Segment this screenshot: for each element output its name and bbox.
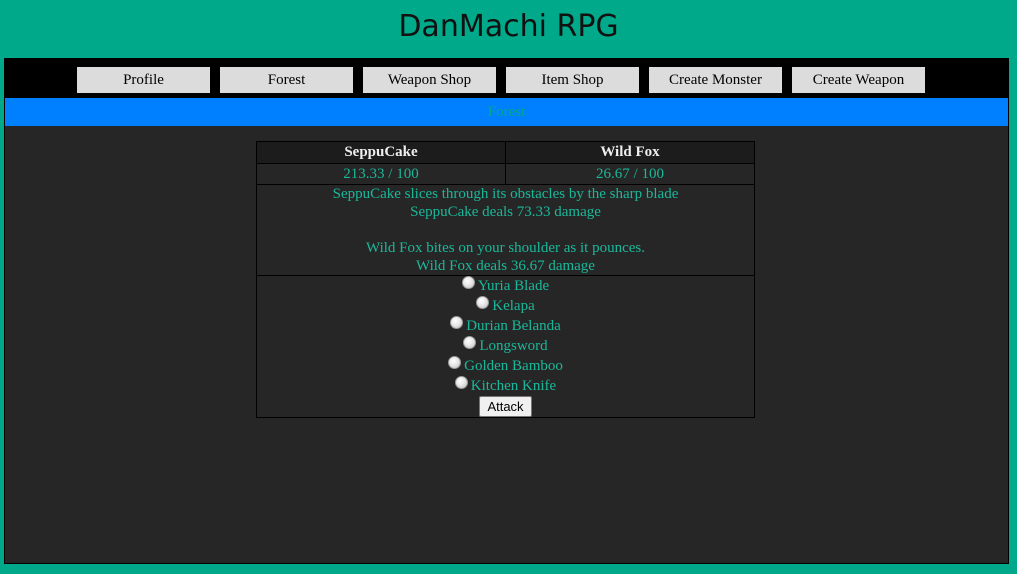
nav-forest-button[interactable]: Forest — [220, 67, 353, 93]
battle-table: SeppuCake Wild Fox 213.33 / 100 26.67 / … — [256, 141, 755, 418]
player-damage-text: SeppuCake deals 73.33 damage — [410, 204, 601, 220]
weapon-option-durian-belanda[interactable]: Durian Belanda — [257, 316, 754, 336]
nav-create-weapon-button[interactable]: Create Weapon — [792, 67, 925, 93]
player-action-text: SeppuCake slices through its obstacles b… — [332, 186, 679, 202]
weapon-option-kelapa[interactable]: Kelapa — [257, 296, 754, 316]
weapon-option-yuria-blade[interactable]: Yuria Blade — [257, 276, 754, 296]
weapon-option-longsword[interactable]: Longsword — [257, 336, 754, 356]
weapon-select-form: Yuria Blade Kelapa Durian Belanda Longsw… — [256, 275, 755, 418]
combatant-names-row: SeppuCake Wild Fox — [256, 141, 755, 164]
weapon-radio[interactable] — [454, 376, 468, 389]
weapon-radio[interactable] — [448, 356, 462, 369]
player-hp: 213.33 / 100 — [256, 163, 506, 185]
location-bar: Forest — [5, 98, 1008, 126]
weapon-option-golden-bamboo[interactable]: Golden Bamboo — [257, 356, 754, 376]
enemy-hp: 26.67 / 100 — [505, 163, 755, 185]
player-name: SeppuCake — [256, 141, 506, 164]
hp-row: 213.33 / 100 26.67 / 100 — [256, 163, 755, 185]
weapon-label: Golden Bamboo — [464, 358, 563, 374]
site-title: DanMachi RPG — [398, 9, 619, 44]
weapon-label: Yuria Blade — [477, 278, 550, 294]
attack-button[interactable]: Attack — [479, 396, 532, 417]
weapon-label: Durian Belanda — [466, 318, 561, 334]
weapon-radio[interactable] — [463, 336, 477, 349]
weapon-radio[interactable] — [476, 296, 490, 309]
weapon-label: Kelapa — [492, 298, 535, 314]
battle-log-row: SeppuCake slices through its obstacles b… — [256, 184, 755, 276]
nav-weapon-shop-button[interactable]: Weapon Shop — [363, 67, 496, 93]
weapon-label: Longsword — [479, 338, 548, 354]
nav-item-shop-button[interactable]: Item Shop — [506, 67, 639, 93]
navbar: Profile Forest Weapon Shop Item Shop Cre… — [5, 59, 1008, 98]
weapon-radio[interactable] — [450, 316, 464, 329]
app-frame: Profile Forest Weapon Shop Item Shop Cre… — [4, 58, 1009, 564]
nav-create-monster-button[interactable]: Create Monster — [649, 67, 782, 93]
weapon-option-kitchen-knife[interactable]: Kitchen Knife — [257, 376, 754, 396]
weapon-radio[interactable] — [461, 276, 475, 289]
battle-log: SeppuCake slices through its obstacles b… — [256, 184, 755, 276]
enemy-action-text: Wild Fox bites on your shoulder as it po… — [366, 240, 645, 256]
enemy-name: Wild Fox — [505, 141, 755, 164]
weapon-label: Kitchen Knife — [470, 378, 557, 394]
enemy-damage-text: Wild Fox deals 36.67 damage — [416, 258, 595, 274]
nav-profile-button[interactable]: Profile — [77, 67, 210, 93]
log-spacer — [257, 221, 754, 239]
weapon-select-row: Yuria Blade Kelapa Durian Belanda Longsw… — [256, 275, 755, 418]
